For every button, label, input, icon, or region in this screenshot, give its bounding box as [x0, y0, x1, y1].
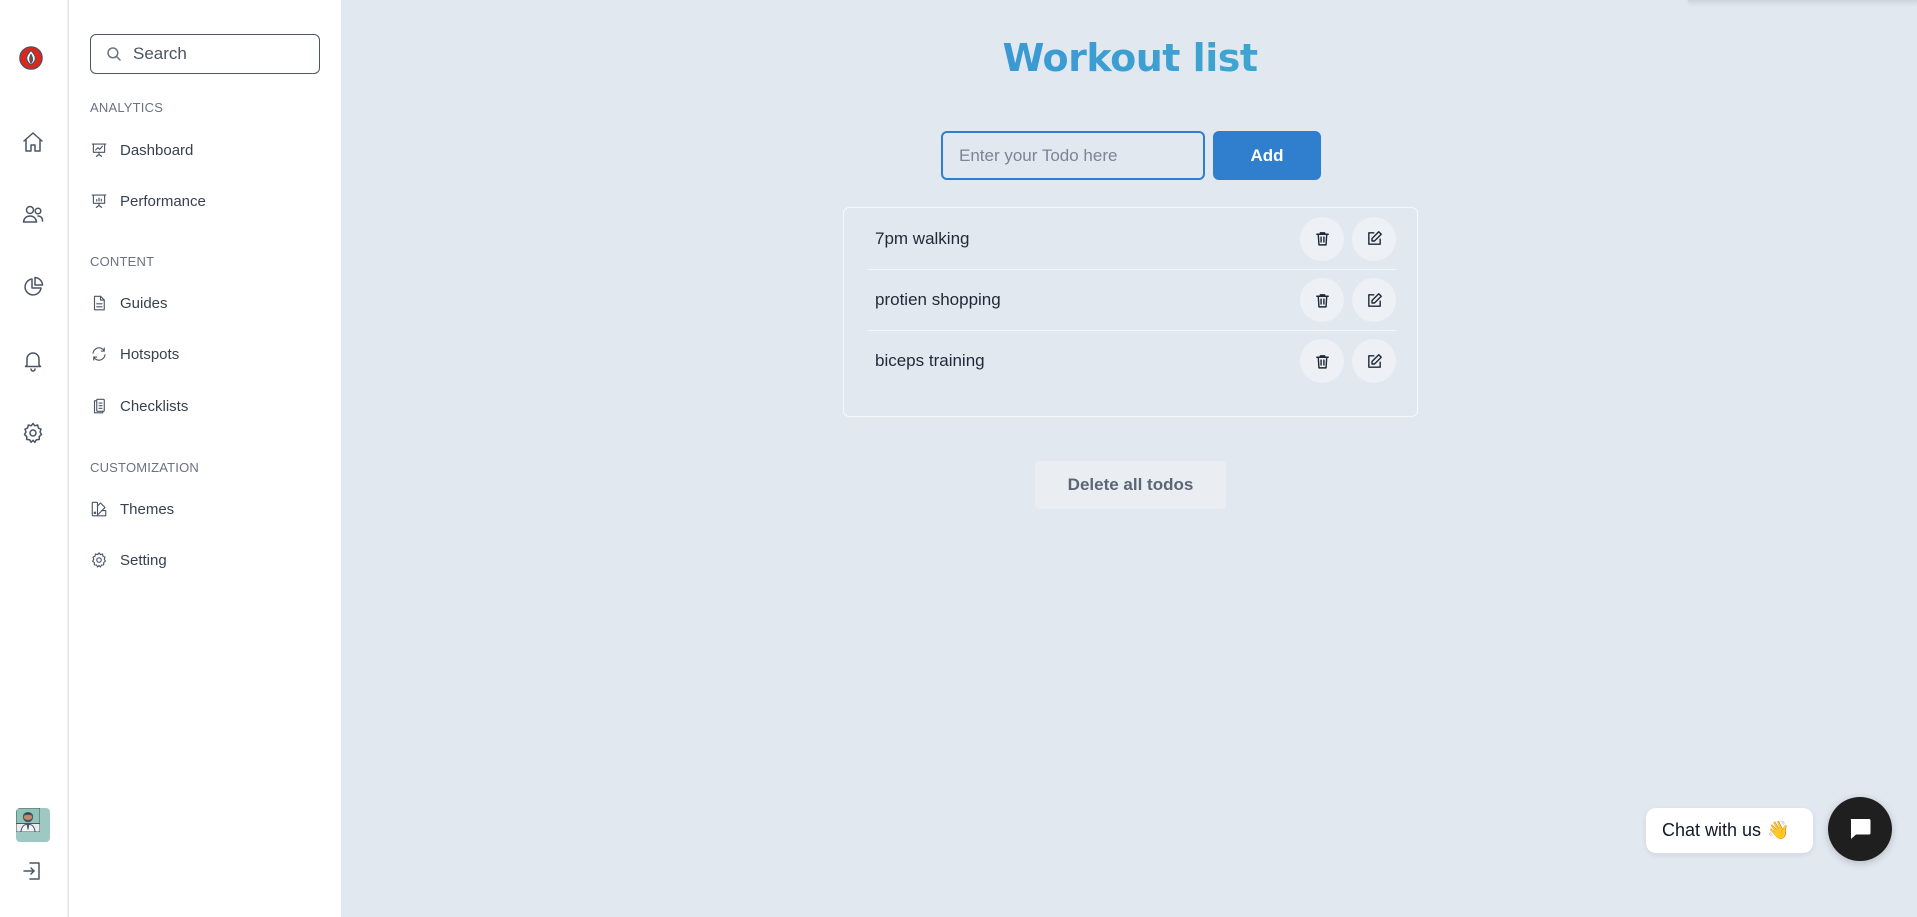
refresh-icon: [92, 347, 106, 361]
presentation-chart-icon: [91, 143, 107, 157]
edit-icon: [1367, 353, 1382, 368]
chat-label: Chat with us: [1662, 820, 1762, 840]
swatch-icon: [91, 501, 107, 517]
logout-icon[interactable]: [20, 858, 46, 884]
sidebar-item-label: Themes: [120, 500, 175, 518]
sidebar: ANALYTICS Dashboard Performance CONTENT …: [69, 0, 341, 917]
delete-button[interactable]: [1300, 339, 1344, 383]
sidebar-item-label: Hotspots: [120, 345, 180, 363]
bar-chart-icon: [91, 194, 107, 208]
top-edge-shadow: [1688, 0, 1917, 2]
section-title-customization: CUSTOMIZATION: [90, 460, 200, 475]
sidebar-item-dashboard[interactable]: Dashboard: [90, 136, 193, 164]
edit-button[interactable]: [1352, 339, 1396, 383]
todo-input[interactable]: [941, 131, 1205, 180]
icon-rail: [0, 0, 68, 917]
edit-button[interactable]: [1352, 278, 1396, 322]
sidebar-item-performance[interactable]: Performance: [90, 187, 206, 215]
wave-emoji-icon: 👋: [1767, 820, 1790, 840]
sidebar-item-label: Guides: [120, 294, 168, 312]
chat-icon: [1850, 819, 1871, 839]
delete-button[interactable]: [1300, 278, 1344, 322]
sidebar-item-label: Checklists: [120, 397, 189, 415]
add-button[interactable]: Add: [1213, 131, 1321, 180]
todo-text: protien shopping: [875, 290, 1001, 309]
logo-icon[interactable]: [19, 46, 47, 74]
sidebar-item-themes[interactable]: Themes: [90, 495, 174, 523]
edit-icon: [1367, 292, 1382, 307]
document-icon: [93, 295, 105, 311]
bell-icon[interactable]: [20, 347, 46, 373]
home-icon[interactable]: [20, 129, 46, 155]
section-title-content: CONTENT: [90, 254, 155, 269]
delete-button[interactable]: [1300, 216, 1344, 261]
chat-launcher-button[interactable]: [1828, 797, 1892, 861]
section-title-analytics: ANALYTICS: [90, 100, 164, 115]
users-icon[interactable]: [20, 201, 46, 227]
sidebar-item-checklists[interactable]: Checklists: [90, 392, 188, 420]
todo-item: 7pm walking: [868, 208, 1396, 269]
edit-icon: [1367, 231, 1382, 245]
todo-list: 7pm walking protien shopping biceps trai…: [843, 207, 1418, 417]
page-title: Workout list: [341, 36, 1917, 80]
sidebar-item-guides[interactable]: Guides: [90, 289, 168, 317]
sidebar-item-label: Setting: [120, 551, 167, 569]
todo-text: 7pm walking: [875, 228, 970, 248]
todo-item: protien shopping: [868, 269, 1396, 330]
delete-all-button[interactable]: Delete all todos: [1035, 461, 1226, 509]
gear-icon: [92, 552, 106, 568]
search-icon: [107, 47, 121, 61]
sidebar-item-label: Dashboard: [120, 141, 194, 159]
trash-icon: [1315, 293, 1329, 308]
gear-icon[interactable]: [20, 420, 46, 446]
trash-icon: [1315, 354, 1329, 369]
todo-item: biceps training: [868, 330, 1396, 391]
main-content: Workout list Add 7pm walking protien sho…: [341, 0, 1917, 917]
search-box[interactable]: [90, 34, 320, 74]
pie-chart-icon[interactable]: [20, 274, 46, 300]
edit-button[interactable]: [1352, 216, 1396, 261]
sidebar-item-hotspots[interactable]: Hotspots: [90, 340, 179, 368]
avatar[interactable]: [16, 808, 50, 842]
search-input[interactable]: [133, 44, 303, 64]
sidebar-item-setting[interactable]: Setting: [90, 546, 167, 574]
trash-icon: [1315, 232, 1329, 246]
todo-text: biceps training: [875, 351, 985, 370]
sidebar-item-label: Performance: [120, 192, 206, 210]
clipboard-icon: [93, 398, 105, 414]
chat-bubble[interactable]: Chat with us 👋: [1646, 808, 1813, 853]
